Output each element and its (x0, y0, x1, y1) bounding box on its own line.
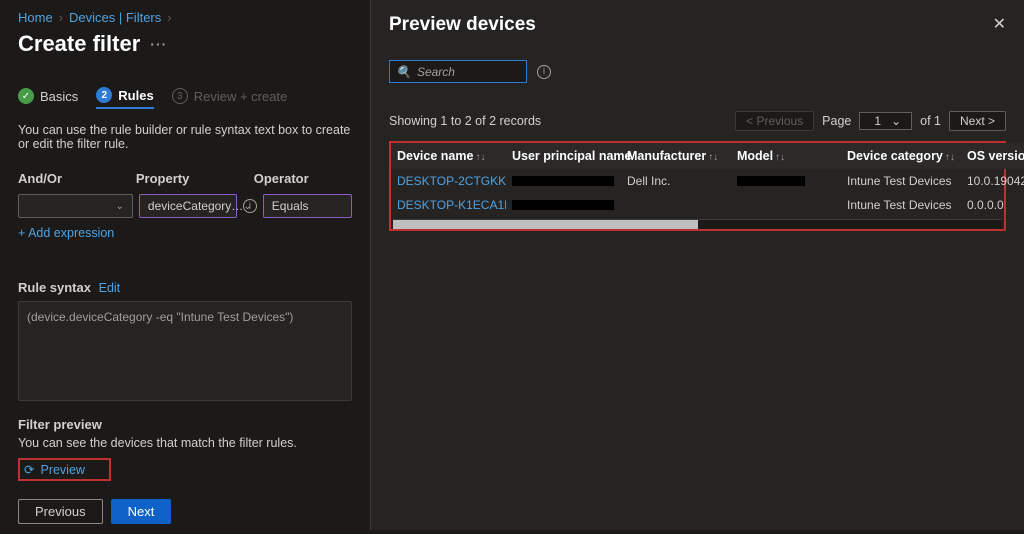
page-select[interactable]: 1 ⌄ (859, 112, 912, 130)
breadcrumb-home[interactable]: Home (18, 10, 53, 25)
info-icon[interactable]: i (243, 199, 257, 213)
cell-model: ████████ (731, 169, 841, 193)
filter-preview-desc: You can see the devices that match the f… (18, 436, 352, 450)
panel-title: Preview devices (389, 14, 1006, 36)
breadcrumb: Home › Devices | Filters › (18, 10, 352, 25)
rule-columns-header: And/Or Property Operator (18, 171, 352, 186)
col-manufacturer[interactable]: Manufacturer↑↓ (621, 143, 731, 169)
pager: < Previous Page 1 ⌄ of 1 Next > (735, 111, 1006, 131)
cell-manufacturer: Dell Inc. (621, 169, 731, 193)
sort-icon: ↑↓ (945, 152, 955, 163)
next-button[interactable]: Next (111, 499, 172, 524)
search-placeholder: Search (417, 65, 455, 79)
wizard-footer: Previous Next (18, 499, 352, 524)
step-review[interactable]: 3 Review + create (172, 88, 288, 108)
cell-os: 0.0.0.0 (961, 193, 1024, 217)
col-os[interactable]: OS version (961, 143, 1024, 169)
sort-icon: ↑↓ (775, 152, 785, 163)
device-name-link[interactable]: DESKTOP-2CTGKK0 (391, 169, 506, 193)
preview-link[interactable]: ⟳ Preview (18, 458, 111, 481)
add-expression-link[interactable]: + Add expression (18, 226, 114, 240)
breadcrumb-sep-icon: › (59, 10, 63, 25)
cell-model (731, 193, 841, 217)
step-review-label: Review + create (194, 89, 288, 104)
close-icon[interactable]: ✕ (993, 14, 1006, 34)
step-basics[interactable]: Basics (18, 88, 78, 108)
page-title: Create filter ··· (18, 31, 352, 57)
preview-link-label: Preview (40, 463, 84, 477)
property-value: deviceCategory… (148, 199, 243, 213)
cell-category: Intune Test Devices (841, 193, 961, 217)
page-value: 1 (874, 114, 881, 128)
col-andor: And/Or (18, 171, 136, 186)
cell-os: 10.0.19042… (961, 169, 1024, 193)
devices-table: Device name↑↓ User principal name Manufa… (391, 143, 1024, 217)
filter-preview-heading: Filter preview (18, 417, 352, 432)
breadcrumb-sep-icon: › (167, 10, 171, 25)
step-rules-label: Rules (118, 88, 153, 103)
rule-syntax-label: Rule syntax Edit (18, 280, 352, 295)
step-basics-label: Basics (40, 89, 78, 104)
more-icon[interactable]: ··· (150, 36, 167, 52)
cell-manufacturer (621, 193, 731, 217)
search-input[interactable]: 🔍 Search (389, 60, 527, 83)
cell-upn: ████████████ (506, 169, 621, 193)
table-row: DESKTOP-K1ECA1D ████████████ Intune Test… (391, 193, 1024, 217)
col-category[interactable]: Device category↑↓ (841, 143, 961, 169)
page-label: Page (822, 114, 851, 128)
cell-upn: ████████████ (506, 193, 621, 217)
previous-button[interactable]: Previous (18, 499, 103, 524)
scrollbar-thumb[interactable] (393, 220, 698, 229)
chevron-down-icon: ⌄ (116, 201, 124, 212)
col-upn[interactable]: User principal name (506, 143, 621, 169)
info-icon[interactable]: i (537, 65, 551, 79)
step-number-icon: 3 (172, 88, 188, 104)
step-rules[interactable]: 2 Rules (96, 87, 153, 109)
edit-syntax-link[interactable]: Edit (99, 281, 121, 295)
horizontal-scrollbar[interactable] (393, 219, 1002, 229)
col-device-name[interactable]: Device name↑↓ (391, 143, 506, 169)
col-property: Property (136, 171, 254, 186)
andor-dropdown[interactable]: ⌄ (18, 194, 133, 218)
wizard-steps: Basics 2 Rules 3 Review + create (18, 87, 352, 109)
page-of-label: of 1 (920, 114, 941, 128)
col-model[interactable]: Model↑↓ (731, 143, 841, 169)
property-dropdown[interactable]: deviceCategory… ⌄ (139, 194, 237, 218)
operator-dropdown[interactable]: Equals (263, 194, 352, 218)
rules-description: You can use the rule builder or rule syn… (18, 123, 352, 151)
step-number-icon: 2 (96, 87, 112, 103)
check-icon (18, 88, 34, 104)
cell-category: Intune Test Devices (841, 169, 961, 193)
table-row: DESKTOP-2CTGKK0 ████████████ Dell Inc. █… (391, 169, 1024, 193)
sort-icon: ↑↓ (708, 152, 718, 163)
operator-value: Equals (272, 199, 309, 213)
refresh-icon: ⟳ (24, 462, 34, 477)
pager-previous-button[interactable]: < Previous (735, 111, 814, 131)
device-name-link[interactable]: DESKTOP-K1ECA1D (391, 193, 506, 217)
page-title-text: Create filter (18, 31, 140, 57)
search-icon: 🔍 (396, 65, 411, 79)
rule-syntax-box: (device.deviceCategory -eq "Intune Test … (18, 301, 352, 401)
rule-row: ⌄ deviceCategory… ⌄ i Equals (18, 194, 352, 218)
chevron-down-icon: ⌄ (891, 114, 901, 128)
devices-table-wrap: Device name↑↓ User principal name Manufa… (389, 141, 1006, 231)
sort-icon: ↑↓ (475, 152, 485, 163)
pager-next-button[interactable]: Next > (949, 111, 1006, 131)
records-count: Showing 1 to 2 of 2 records (389, 114, 541, 128)
col-operator: Operator (254, 171, 352, 186)
preview-devices-panel: Preview devices ✕ 🔍 Search i Showing 1 t… (370, 0, 1024, 530)
breadcrumb-devices[interactable]: Devices | Filters (69, 10, 161, 25)
